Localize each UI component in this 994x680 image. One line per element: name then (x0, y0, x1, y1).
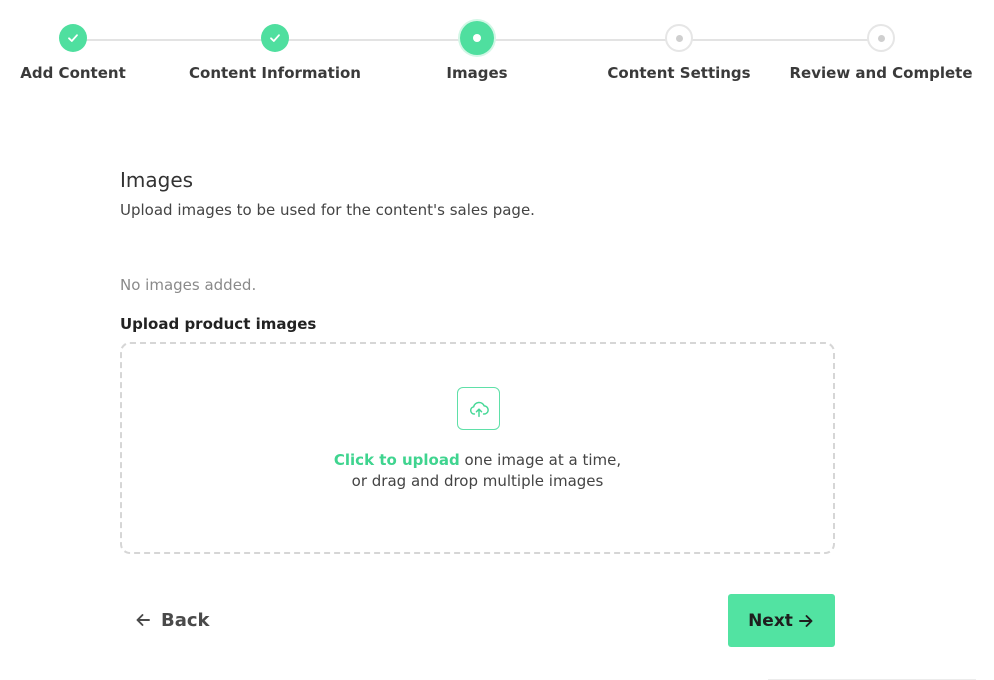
step-status-done (59, 24, 87, 52)
images-empty-state: No images added. (120, 276, 257, 294)
check-icon (68, 34, 78, 42)
step-label: Content Information (189, 64, 361, 82)
check-icon (270, 34, 280, 42)
next-button-label: Next (748, 610, 793, 631)
section-title: Images (120, 168, 194, 192)
step-label: Review and Complete (789, 64, 973, 82)
dot-icon (675, 34, 683, 42)
progress-stepper: Add Content Content Information Images C… (0, 0, 994, 100)
step-status-pending (867, 24, 895, 52)
step-content-settings[interactable]: Content Settings (579, 24, 779, 82)
step-images[interactable]: Images (377, 21, 577, 82)
arrow-right-icon (798, 614, 813, 627)
click-to-upload-link[interactable]: Click to upload (334, 451, 460, 469)
step-status-pending (665, 24, 693, 52)
step-status-current (460, 21, 494, 55)
arrow-left-icon (136, 614, 150, 626)
step-review-and-complete[interactable]: Review and Complete (781, 24, 981, 82)
dot-icon (877, 34, 885, 42)
back-button[interactable]: Back (134, 604, 210, 636)
dropzone-text-line1: one image at a time, (459, 451, 622, 469)
back-button-label: Back (161, 609, 210, 631)
step-label: Add Content (20, 64, 126, 82)
cloud-upload-icon[interactable] (457, 387, 500, 430)
section-subtitle: Upload images to be used for the content… (120, 201, 535, 219)
dropzone-instructions: Click to upload one image at a time, or … (122, 450, 833, 492)
image-dropzone[interactable]: Click to upload one image at a time, or … (120, 342, 835, 554)
step-content-information[interactable]: Content Information (175, 24, 375, 82)
dot-icon (473, 34, 481, 42)
upload-field-label: Upload product images (120, 315, 317, 333)
dropzone-text-line2: or drag and drop multiple images (351, 472, 604, 490)
step-add-content[interactable]: Add Content (0, 24, 173, 82)
step-label: Images (446, 64, 508, 82)
step-label: Content Settings (607, 64, 751, 82)
step-status-done (261, 24, 289, 52)
content-wizard-page: Add Content Content Information Images C… (0, 0, 994, 680)
next-button[interactable]: Next (728, 594, 835, 647)
cloud-upload-icon-glyph (469, 401, 489, 417)
